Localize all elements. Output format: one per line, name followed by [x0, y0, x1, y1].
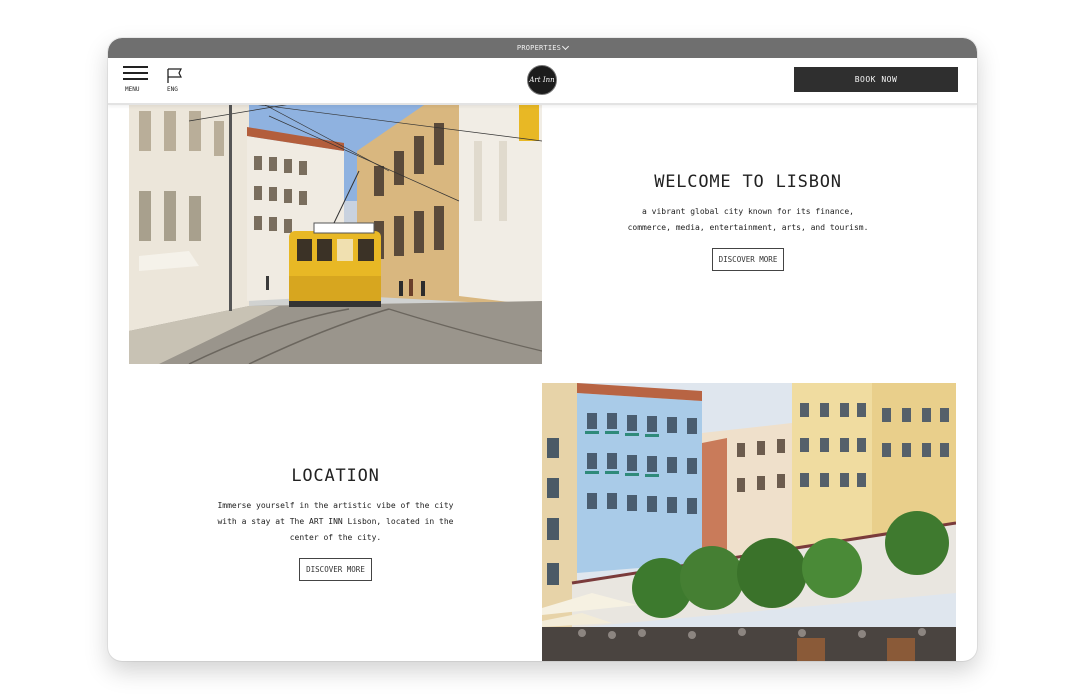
site-logo[interactable]: Art Inn	[527, 65, 557, 95]
chevron-down-icon	[562, 42, 570, 51]
site-header: MENU ENG Art Inn BOOK NOW	[108, 58, 977, 105]
welcome-text-line-1: a vibrant global city known for its fina…	[642, 207, 854, 216]
properties-label: PROPERTIES	[516, 44, 562, 52]
hamburger-menu-icon	[123, 66, 148, 68]
location-text-line-2: with a stay at The ART INN Lisbon, locat…	[217, 517, 454, 526]
lisbon-tram-photo	[129, 81, 542, 364]
location-section: LOCATION Immerse yourself in the artisti…	[203, 466, 468, 581]
location-discover-more-button[interactable]: DISCOVER MORE	[299, 558, 372, 581]
welcome-title: WELCOME TO LISBON	[654, 172, 842, 192]
welcome-text-line-2: commerce, media, entertainment, arts, an…	[627, 223, 869, 232]
browser-frame: PROPERTIES MENU ENG Art Inn BOOK NOW WEL…	[108, 38, 977, 661]
logo-text: Art Inn	[529, 76, 555, 84]
properties-dropdown[interactable]: PROPERTIES	[108, 38, 977, 58]
welcome-section: WELCOME TO LISBON a vibrant global city …	[608, 172, 888, 271]
menu-label: MENU	[125, 86, 140, 93]
location-text-line-1: Immerse yourself in the artistic vibe of…	[217, 501, 454, 510]
location-title: LOCATION	[291, 466, 380, 486]
welcome-discover-more-button[interactable]: DISCOVER MORE	[711, 248, 785, 271]
location-text-line-3: center of the city.	[289, 533, 382, 542]
menu-button[interactable]: MENU	[123, 66, 149, 96]
flag-icon	[167, 68, 182, 83]
hamburger-line	[123, 78, 148, 80]
hamburger-line	[123, 72, 148, 74]
book-now-button[interactable]: BOOK NOW	[794, 67, 958, 92]
lisbon-square-photo	[542, 383, 956, 661]
language-label: ENG	[167, 86, 178, 93]
language-selector[interactable]: ENG	[166, 67, 186, 97]
